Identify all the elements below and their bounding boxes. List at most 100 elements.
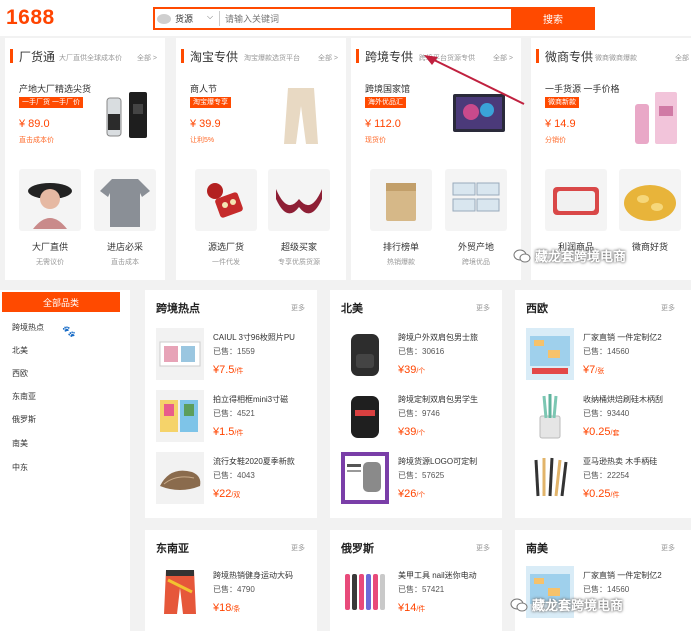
category-item[interactable]: 大厂直供 无需议价 (19, 169, 81, 267)
product-card[interactable]: 亚马逊热卖 木手柄硅 已售：22254 ¥0.25/件 (526, 452, 691, 512)
watermark-text: 藏龙套跨境电商 (532, 598, 624, 613)
category-item[interactable]: 进店必采 直击成本 (94, 169, 156, 267)
category-item[interactable]: 源选厂货 一件代发 (195, 169, 257, 267)
product-card[interactable]: 跨境定制双肩包男学生 已售：9746 ¥39/个 (341, 390, 511, 450)
category-item-label: 大厂直供 (31, 242, 68, 252)
region-panel-russia: 俄罗斯 更多 美甲工具 nail迷你电动 已售：57421 ¥14/件 (330, 530, 502, 631)
featured-product-image[interactable] (270, 84, 332, 148)
product-card[interactable]: 跨境热销健身运动大码 已售：4790 ¥18/条 (156, 566, 326, 626)
product-card[interactable]: CAIUL 3寸96枚照片PU 已售：1559 ¥7.5/件 (156, 328, 326, 388)
sidebar-item-southeast-asia[interactable]: 东南亚 (12, 391, 36, 402)
featured-tag: 微商新款 (545, 97, 579, 108)
product-thumbnail (526, 328, 574, 380)
product-card[interactable]: 厂家直销 一件定制亿2 已售：14560 ¥7/张 (526, 328, 691, 388)
product-sold: 已售：4790 (213, 585, 255, 594)
product-name[interactable]: 跨境户外双肩包男士旅 (398, 332, 510, 343)
category-item-sub: 专享优质货源 (278, 259, 320, 266)
featured-name[interactable]: 商人节 (190, 82, 217, 95)
category-item[interactable]: 超级买家 专享优质货源 (268, 169, 330, 267)
product-thumbnail (619, 169, 681, 231)
product-price: ¥39/个 (398, 426, 426, 438)
panel-more-link[interactable]: 更多 (661, 543, 675, 553)
featured-name[interactable]: 一手货源 一手价格 (545, 82, 620, 95)
panel-title: 南美 (526, 543, 548, 555)
category-item[interactable]: 利润商品 (545, 169, 607, 257)
panel-more-link[interactable]: 更多 (291, 543, 305, 553)
cloud-icon (157, 13, 171, 24)
category-subtitle: 淘宝爆款选货平台 (244, 55, 300, 62)
featured-tag: 一手厂货 一手厂价 (19, 97, 83, 108)
featured-note: 让利5% (190, 137, 215, 144)
sidebar-item-south-america[interactable]: 南美 (12, 438, 28, 449)
product-sold: 已售：9746 (398, 409, 440, 418)
product-card[interactable]: 美甲工具 nail迷你电动 已售：57421 ¥14/件 (341, 566, 511, 626)
panel-more-link[interactable]: 更多 (476, 543, 490, 553)
featured-price: ¥ 14.9 (545, 118, 576, 130)
category-title[interactable]: 厂货通 (19, 48, 55, 65)
product-card[interactable]: 跨境户外双肩包男士旅 已售：30616 ¥39/个 (341, 328, 511, 388)
product-thumbnail (526, 390, 574, 442)
featured-name[interactable]: 产地大厂精选尖货 (19, 82, 91, 95)
search-input[interactable] (225, 9, 505, 28)
product-card[interactable]: 拍立得相框mini3寸磁 已售：4521 ¥1.5/件 (156, 390, 326, 450)
featured-note: 直击成本价 (19, 137, 54, 144)
product-name[interactable]: 流行女鞋2020夏季新款 (213, 456, 325, 467)
category-item[interactable]: 微商好货 (619, 169, 681, 257)
product-name[interactable]: 厂家直销 一件定制亿2 (583, 570, 691, 581)
product-name[interactable]: 跨境热销健身运动大码 (213, 570, 325, 581)
featured-product-image[interactable] (97, 84, 159, 148)
product-name[interactable]: 美甲工具 nail迷你电动 (398, 570, 510, 581)
product-name[interactable]: CAIUL 3寸96枚照片PU (213, 332, 325, 343)
product-card[interactable]: 收纳桶烘焙刷硅木柄刮 已售：93440 ¥0.25/套 (526, 390, 691, 450)
all-categories-header[interactable]: 全部品类 (2, 292, 120, 312)
product-sold: 已售：4521 (213, 409, 255, 418)
product-name[interactable]: 厂家直销 一件定制亿2 (583, 332, 691, 343)
sidebar-item-north-america[interactable]: 北美 (12, 345, 28, 356)
panel-more-link[interactable]: 更多 (661, 303, 675, 313)
category-subtitle: 微商微商爆款 (595, 55, 637, 62)
product-name[interactable]: 拍立得相框mini3寸磁 (213, 394, 325, 405)
product-thumbnail (370, 169, 432, 231)
featured-tag: 海外优品汇 (365, 97, 406, 108)
category-item-sub: 一件代发 (212, 259, 240, 266)
chevron-down-icon: ⌵ (207, 12, 214, 21)
category-title[interactable]: 淘宝专供 (190, 48, 238, 65)
product-thumbnail (341, 328, 389, 380)
sidebar-item-russia[interactable]: 俄罗斯 (12, 414, 36, 425)
category-more-link[interactable]: 全部 > (137, 53, 157, 63)
featured-price: ¥ 112.0 (365, 118, 401, 130)
panel-more-link[interactable]: 更多 (476, 303, 490, 313)
category-title[interactable]: 微商专供 (545, 48, 593, 65)
product-name[interactable]: 亚马逊热卖 木手柄硅 (583, 456, 691, 467)
product-price: ¥1.5/件 (213, 426, 244, 438)
product-sold: 已售：14560 (583, 585, 630, 594)
sidebar-item-western-europe[interactable]: 西欧 (12, 368, 28, 379)
site-logo[interactable]: 1688 (6, 6, 55, 30)
panel-more-link[interactable]: 更多 (291, 303, 305, 313)
wechat-icon (510, 598, 528, 611)
region-panel-hot: 跨境热点 更多 CAIUL 3寸96枚照片PU 已售：1559 ¥7.5/件 拍… (145, 290, 317, 518)
product-price: ¥18/条 (213, 602, 241, 614)
category-item[interactable]: 外贸产地 跨境优品 (445, 169, 507, 267)
product-price: ¥39/个 (398, 364, 426, 376)
search-button[interactable]: 搜索 (511, 7, 595, 30)
product-card[interactable]: 流行女鞋2020夏季新款 已售：4043 ¥22/双 (156, 452, 326, 512)
product-thumbnail (341, 452, 389, 504)
search-type-select[interactable]: 货源 ⌵ (157, 11, 219, 26)
accent-bar (181, 49, 184, 63)
product-name[interactable]: 跨境货源LOGO可定制 (398, 456, 510, 467)
category-item-label: 超级买家 (280, 242, 317, 252)
featured-product-image[interactable] (625, 84, 687, 148)
product-card[interactable]: 跨境货源LOGO可定制 已售：57625 ¥26/个 (341, 452, 511, 512)
category-card-taobao: 淘宝专供 淘宝爆款选货平台 全部 > 商人节 淘宝爆专享 ¥ 39.9 让利5%… (176, 38, 346, 280)
category-more-link[interactable]: 全部 > (318, 53, 338, 63)
sidebar-item-middle-east[interactable]: 中东 (12, 462, 28, 473)
product-name[interactable]: 跨境定制双肩包男学生 (398, 394, 510, 405)
category-title[interactable]: 跨境专供 (365, 48, 413, 65)
sidebar-item-hot[interactable]: 跨境热点 (12, 322, 44, 333)
category-item-label: 源选厂货 (207, 242, 244, 252)
category-item[interactable]: 排行榜单 热销爆款 (370, 169, 432, 267)
category-more-link[interactable]: 全部 > (675, 53, 691, 63)
featured-name[interactable]: 跨境国家馆 (365, 82, 410, 95)
product-name[interactable]: 收纳桶烘焙刷硅木柄刮 (583, 394, 691, 405)
